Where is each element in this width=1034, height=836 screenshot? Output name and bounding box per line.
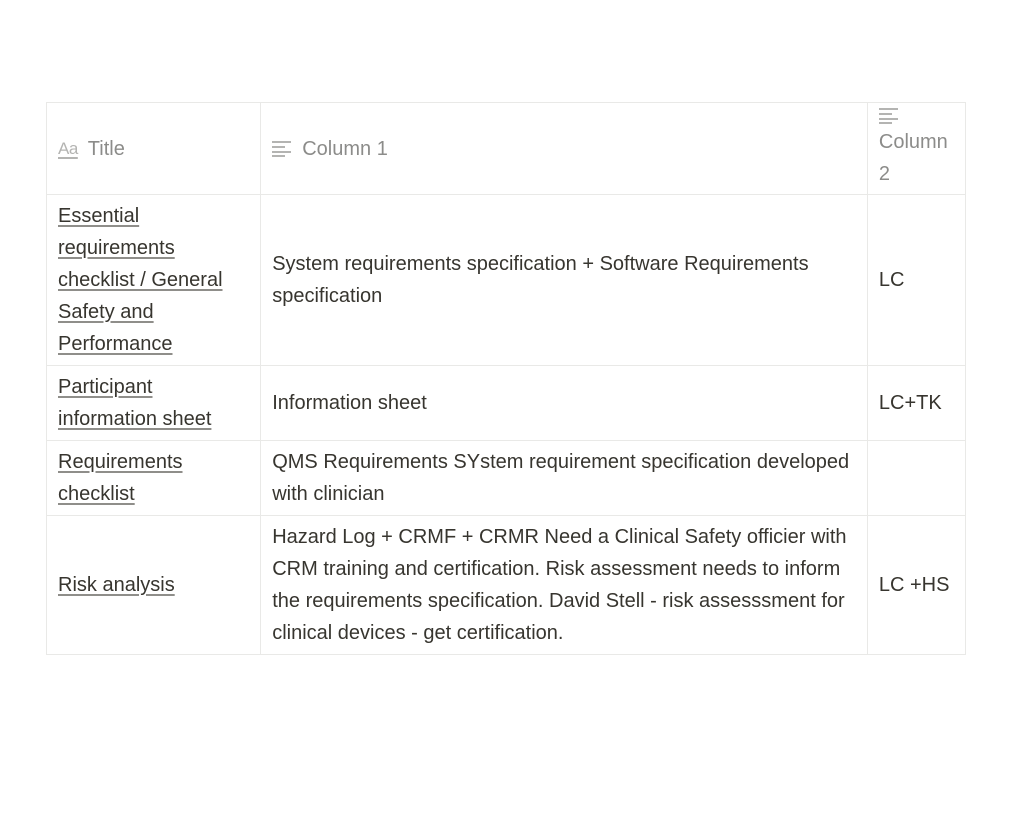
column-2-cell[interactable]: LC+TK — [866, 365, 967, 441]
column-header-column-1[interactable]: Column 1 — [260, 102, 868, 195]
column-header-label: Column 2 — [878, 131, 948, 185]
title-cell[interactable]: Essential requirements checklist / Gener… — [45, 194, 262, 366]
database-table: Aa Title Column 1 Column 2 Essential req… — [45, 102, 967, 655]
table-header-row: Aa Title Column 1 Column 2 — [45, 102, 967, 195]
column-2-cell[interactable]: LC +HS — [866, 515, 967, 655]
page-link[interactable]: Risk analysis — [58, 574, 175, 596]
title-cell[interactable]: Requirements checklist — [45, 440, 262, 516]
column-header-label: Column 1 — [302, 137, 388, 160]
table-row: Essential requirements checklist / Gener… — [45, 194, 967, 366]
page-link[interactable]: Essential requirements checklist / Gener… — [58, 205, 223, 355]
table-row: Requirements checklist QMS Requirements … — [45, 440, 967, 516]
column-2-cell[interactable]: LC — [866, 194, 967, 366]
text-lines-icon — [272, 140, 292, 158]
text-aa-icon: Aa — [58, 138, 78, 158]
column-1-cell[interactable]: System requirements specification + Soft… — [260, 194, 868, 366]
page-link[interactable]: Requirements checklist — [58, 451, 183, 505]
column-2-cell[interactable] — [866, 440, 967, 516]
page: { "table": { "columns": [ {"label": "Tit… — [0, 0, 1034, 836]
text-lines-icon — [878, 107, 954, 125]
column-1-cell[interactable]: Information sheet — [260, 365, 868, 441]
title-cell[interactable]: Risk analysis — [45, 515, 262, 655]
page-link[interactable]: Participant information sheet — [58, 376, 211, 430]
column-1-cell[interactable]: Hazard Log + CRMF + CRMR Need a Clinical… — [260, 515, 868, 655]
title-cell[interactable]: Participant information sheet — [45, 365, 262, 441]
column-1-cell[interactable]: QMS Requirements SYstem requirement spec… — [260, 440, 868, 516]
column-header-column-2[interactable]: Column 2 — [866, 102, 967, 195]
column-header-title[interactable]: Aa Title — [45, 102, 262, 195]
table-row: Participant information sheet Informatio… — [45, 365, 967, 441]
column-header-label: Title — [87, 137, 125, 160]
table-row: Risk analysis Hazard Log + CRMF + CRMR N… — [45, 515, 967, 655]
